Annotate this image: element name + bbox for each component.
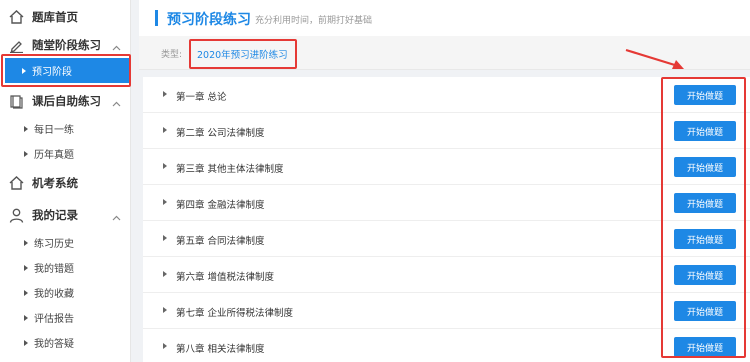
caret-right-icon <box>24 289 28 296</box>
title-accent-bar <box>155 10 158 26</box>
sidebar-section-self-practice[interactable]: 课后自助练习 <box>0 86 131 116</box>
chapter-name: 第一章 总论 <box>176 92 227 103</box>
sidebar-item-label: 历年真题 <box>34 150 74 161</box>
chapter-list: 第一章 总论 开始做题 第二章 公司法律制度 开始做题 第三章 其他主体法律制度… <box>143 77 750 362</box>
chevron-up-icon <box>112 96 121 110</box>
sidebar-item-daily-practice[interactable]: 每日一练 <box>0 116 131 141</box>
edit-icon <box>8 37 24 53</box>
page-header: 预习阶段练习 充分利用时间，前期打好基础 <box>139 0 750 36</box>
page-title: 预习阶段练习 <box>167 12 251 28</box>
start-practice-button[interactable]: 开始做题 <box>674 229 736 249</box>
chevron-up-icon <box>112 40 121 54</box>
chapter-row[interactable]: 第一章 总论 开始做题 <box>143 77 750 113</box>
sidebar-item-practice-history[interactable]: 练习历史 <box>0 230 131 255</box>
sidebar-section-label: 我的记录 <box>32 208 78 222</box>
sidebar-section-label: 课后自助练习 <box>32 94 101 108</box>
caret-right-icon <box>24 339 28 346</box>
chapter-name: 第七章 企业所得税法律制度 <box>176 308 294 319</box>
chapter-name: 第二章 公司法律制度 <box>176 128 265 139</box>
caret-right-icon[interactable] <box>163 235 167 241</box>
caret-right-icon[interactable] <box>163 127 167 133</box>
sidebar-item-wrong-questions[interactable]: 我的错题 <box>0 255 131 280</box>
sidebar-item-label: 我的答疑 <box>34 339 74 350</box>
book-icon <box>8 93 24 109</box>
sidebar-item-label: 我的错题 <box>34 264 74 275</box>
sidebar: 题库首页 随堂阶段练习 预习阶段 课后自助练习 每日一练 历年真题 机考系统 我… <box>0 0 131 362</box>
caret-right-icon[interactable] <box>163 271 167 277</box>
app-root: 题库首页 随堂阶段练习 预习阶段 课后自助练习 每日一练 历年真题 机考系统 我… <box>0 0 750 362</box>
sidebar-section-label: 机考系统 <box>32 176 78 190</box>
caret-right-icon <box>24 264 28 271</box>
caret-right-icon[interactable] <box>163 91 167 97</box>
sidebar-item-label: 每日一练 <box>34 125 74 136</box>
sidebar-item-preview-stage[interactable]: 预习阶段 <box>5 58 129 83</box>
caret-right-icon <box>24 239 28 246</box>
sidebar-section-label: 题库首页 <box>32 10 78 24</box>
type-filter-label: 类型: <box>161 50 183 60</box>
home-icon <box>8 9 24 25</box>
caret-right-icon[interactable] <box>163 343 167 349</box>
chapter-name: 第八章 相关法律制度 <box>176 344 265 355</box>
caret-right-icon[interactable] <box>163 163 167 169</box>
chapter-row[interactable]: 第六章 增值税法律制度 开始做题 <box>143 257 750 293</box>
chapter-row[interactable]: 第五章 合同法律制度 开始做题 <box>143 221 750 257</box>
chapter-name: 第三章 其他主体法律制度 <box>176 164 284 175</box>
user-icon <box>8 207 24 223</box>
caret-right-icon <box>24 314 28 321</box>
sidebar-item-favorites[interactable]: 我的收藏 <box>0 280 131 305</box>
sidebar-item-assessment-report[interactable]: 评估报告 <box>0 305 131 330</box>
start-practice-button[interactable]: 开始做题 <box>674 265 736 285</box>
sidebar-item-my-qa[interactable]: 我的答疑 <box>0 330 131 355</box>
start-practice-button[interactable]: 开始做题 <box>674 337 736 357</box>
red-arrow-icon <box>625 48 684 69</box>
sidebar-section-label: 随堂阶段练习 <box>32 38 101 52</box>
sidebar-item-past-exams[interactable]: 历年真题 <box>0 141 131 166</box>
caret-right-icon[interactable] <box>163 199 167 205</box>
chapter-row[interactable]: 第二章 公司法律制度 开始做题 <box>143 113 750 149</box>
type-filter-option[interactable]: 2020年预习进阶练习 <box>197 47 288 61</box>
start-practice-button[interactable]: 开始做题 <box>674 193 736 213</box>
start-practice-button[interactable]: 开始做题 <box>674 157 736 177</box>
start-practice-button[interactable]: 开始做题 <box>674 301 736 321</box>
sidebar-item-label: 预习阶段 <box>32 67 72 78</box>
sidebar-item-label: 评估报告 <box>34 314 74 325</box>
chapter-row[interactable]: 第三章 其他主体法律制度 开始做题 <box>143 149 750 185</box>
caret-right-icon[interactable] <box>163 307 167 313</box>
page-subtitle: 充分利用时间，前期打好基础 <box>255 16 373 26</box>
chapter-name: 第六章 增值税法律制度 <box>176 272 275 283</box>
start-practice-button[interactable]: 开始做题 <box>674 121 736 141</box>
sidebar-section-my-records[interactable]: 我的记录 <box>0 200 131 230</box>
caret-right-icon <box>24 125 28 132</box>
chapter-name: 第五章 合同法律制度 <box>176 236 265 247</box>
home-icon <box>8 175 24 191</box>
caret-right-icon <box>24 150 28 157</box>
chapter-name: 第四章 金融法律制度 <box>176 200 265 211</box>
sidebar-section-home[interactable]: 题库首页 <box>0 2 131 32</box>
caret-right-icon <box>22 67 26 74</box>
chapter-row[interactable]: 第七章 企业所得税法律制度 开始做题 <box>143 293 750 329</box>
sidebar-item-label: 我的收藏 <box>34 289 74 300</box>
chapter-row[interactable]: 第四章 金融法律制度 开始做题 <box>143 185 750 221</box>
chapter-row[interactable]: 第八章 相关法律制度 开始做题 <box>143 329 750 362</box>
sidebar-item-label: 练习历史 <box>34 239 74 250</box>
sidebar-section-stage-practice[interactable]: 随堂阶段练习 <box>0 30 131 60</box>
sidebar-section-exam-system[interactable]: 机考系统 <box>0 168 131 198</box>
start-practice-button[interactable]: 开始做题 <box>674 85 736 105</box>
chevron-up-icon <box>112 210 121 224</box>
